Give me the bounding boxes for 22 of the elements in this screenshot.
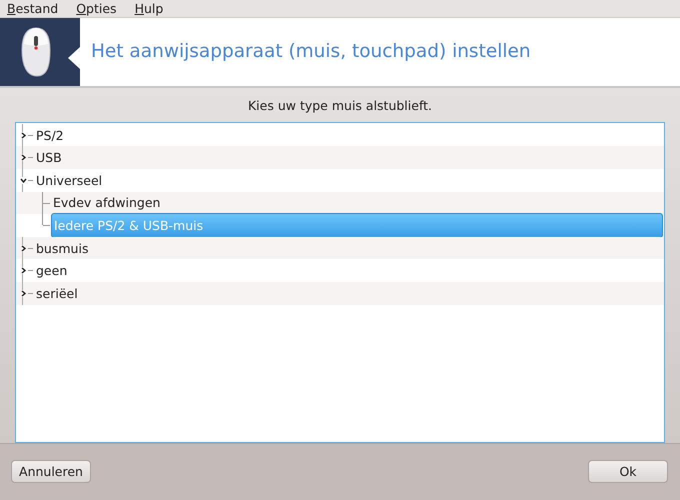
pointer-notch [68, 46, 80, 69]
expanded-arrow-icon[interactable] [20, 176, 27, 184]
tree-item[interactable]: busmuis [34, 236, 90, 260]
prompt-text: Kies uw type muis alstublieft. [246, 98, 433, 113]
tree-item[interactable]: seriëel [34, 282, 80, 305]
tree-item[interactable]: USB [34, 146, 64, 169]
cancel-button[interactable]: Annuleren [11, 460, 91, 484]
collapsed-arrow-icon[interactable] [20, 132, 27, 139]
header-title: Het aanwijsapparaat (muis, touchpad) instellen [91, 41, 531, 62]
menu-item[interactable]: Opties [76, 0, 117, 16]
tree-item[interactable]: PS/2 [34, 124, 66, 146]
mouse-icon [19, 26, 53, 78]
menu-item[interactable]: Bestand [7, 0, 58, 16]
collapsed-arrow-icon[interactable] [20, 244, 27, 252]
tree-item[interactable]: geen [34, 259, 70, 282]
tree-item[interactable]: Universeel [34, 168, 104, 192]
tree-item[interactable]: Evdev afdwingen [51, 192, 162, 214]
collapsed-arrow-icon[interactable] [20, 154, 27, 162]
menu-item[interactable]: Hulp [134, 0, 164, 16]
ok-button[interactable]: Ok [588, 460, 668, 484]
collapsed-arrow-icon[interactable] [20, 267, 27, 274]
collapsed-arrow-icon[interactable] [20, 290, 27, 297]
